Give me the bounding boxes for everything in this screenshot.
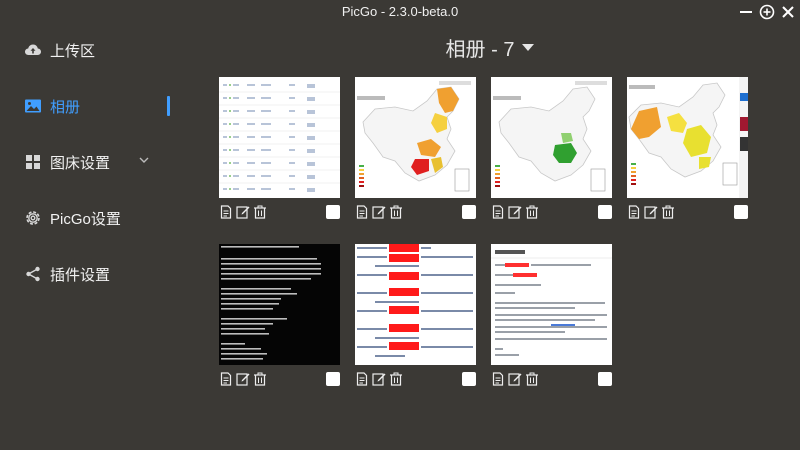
sidebar-item-label: PicGo设置	[50, 210, 121, 228]
sidebar-item-picbed-settings[interactable]: 图床设置	[0, 142, 180, 182]
document-icon	[220, 205, 232, 219]
gallery-card	[491, 77, 612, 219]
maximize-button[interactable]	[758, 3, 776, 21]
edit-icon	[236, 373, 250, 386]
window-title: PicGo - 2.3.0-beta.0	[341, 4, 459, 19]
gallery-card	[491, 244, 612, 386]
trash-icon	[390, 372, 402, 386]
sidebar-item-picgo-settings[interactable]: PicGo设置	[0, 198, 180, 238]
minimize-button[interactable]	[737, 3, 755, 21]
edit-button[interactable]	[644, 205, 658, 219]
delete-button[interactable]	[661, 205, 675, 219]
trash-icon	[662, 205, 674, 219]
delete-button[interactable]	[525, 372, 539, 386]
card-actions	[355, 372, 476, 388]
minimize-icon	[740, 11, 752, 13]
document-icon	[356, 205, 368, 219]
gallery-card	[355, 244, 476, 386]
select-checkbox[interactable]	[462, 372, 476, 386]
copy-link-button[interactable]	[219, 372, 233, 386]
image-thumbnail[interactable]	[219, 244, 340, 365]
gear-icon	[24, 209, 42, 227]
edit-button[interactable]	[508, 372, 522, 386]
document-icon	[356, 372, 368, 386]
sidebar-item-album[interactable]: 相册	[0, 86, 180, 126]
close-icon	[782, 6, 794, 18]
gallery-card	[627, 77, 748, 219]
card-actions	[627, 205, 748, 221]
edit-button[interactable]	[372, 372, 386, 386]
chevron-down-icon[interactable]	[138, 154, 150, 166]
grid-icon	[24, 153, 42, 171]
card-actions	[355, 205, 476, 221]
copy-link-button[interactable]	[491, 372, 505, 386]
select-checkbox[interactable]	[462, 205, 476, 219]
close-button[interactable]	[779, 3, 797, 21]
select-checkbox[interactable]	[326, 205, 340, 219]
sidebar: 上传区 相册 图床设置 PicGo设置 插件设置	[0, 24, 180, 450]
sidebar-item-label: 插件设置	[50, 266, 111, 284]
edit-icon	[508, 373, 522, 386]
copy-link-button[interactable]	[491, 205, 505, 219]
select-checkbox[interactable]	[598, 372, 612, 386]
active-indicator	[167, 96, 170, 116]
image-thumbnail[interactable]	[491, 77, 612, 198]
copy-link-button[interactable]	[355, 205, 369, 219]
image-thumbnail[interactable]	[491, 244, 612, 365]
delete-button[interactable]	[525, 205, 539, 219]
gallery-card	[355, 77, 476, 219]
title-bar: PicGo - 2.3.0-beta.0	[0, 0, 800, 24]
edit-icon	[372, 206, 386, 219]
share-icon	[24, 265, 42, 283]
edit-button[interactable]	[236, 205, 250, 219]
page-title: 相册 - 7	[445, 38, 515, 61]
copy-link-button[interactable]	[219, 205, 233, 219]
document-icon	[492, 372, 504, 386]
image-thumbnail[interactable]	[627, 77, 748, 198]
trash-icon	[254, 205, 266, 219]
delete-button[interactable]	[389, 205, 403, 219]
select-checkbox[interactable]	[598, 205, 612, 219]
card-actions	[219, 205, 340, 221]
edit-button[interactable]	[236, 372, 250, 386]
card-actions	[491, 372, 612, 388]
image-thumbnail[interactable]	[219, 77, 340, 198]
delete-button[interactable]	[253, 372, 267, 386]
copy-link-button[interactable]	[355, 372, 369, 386]
trash-icon	[254, 372, 266, 386]
sidebar-item-label: 图床设置	[50, 154, 111, 172]
delete-button[interactable]	[389, 372, 403, 386]
trash-icon	[526, 205, 538, 219]
sidebar-item-upload[interactable]: 上传区	[0, 30, 180, 70]
edit-icon	[508, 206, 522, 219]
edit-icon	[372, 373, 386, 386]
document-icon	[220, 372, 232, 386]
edit-icon	[236, 206, 250, 219]
sidebar-item-label: 相册	[50, 98, 81, 116]
select-checkbox[interactable]	[734, 205, 748, 219]
card-actions	[491, 205, 612, 221]
cloud-upload-icon	[24, 41, 42, 59]
album-title-dropdown[interactable]: 相册 - 7	[180, 32, 800, 62]
trash-icon	[390, 205, 402, 219]
document-icon	[492, 205, 504, 219]
document-icon	[628, 205, 640, 219]
image-thumbnail[interactable]	[355, 244, 476, 365]
card-actions	[219, 372, 340, 388]
copy-link-button[interactable]	[627, 205, 641, 219]
edit-button[interactable]	[372, 205, 386, 219]
caret-down-icon	[522, 43, 535, 51]
image-thumbnail[interactable]	[355, 77, 476, 198]
image-icon	[24, 97, 42, 115]
sidebar-item-plugin-settings[interactable]: 插件设置	[0, 254, 180, 294]
gallery-card	[219, 244, 340, 386]
trash-icon	[526, 372, 538, 386]
delete-button[interactable]	[253, 205, 267, 219]
plus-circle-icon	[759, 4, 775, 20]
sidebar-item-label: 上传区	[50, 42, 96, 60]
select-checkbox[interactable]	[326, 372, 340, 386]
gallery-card	[219, 77, 340, 219]
edit-button[interactable]	[508, 205, 522, 219]
edit-icon	[644, 206, 658, 219]
